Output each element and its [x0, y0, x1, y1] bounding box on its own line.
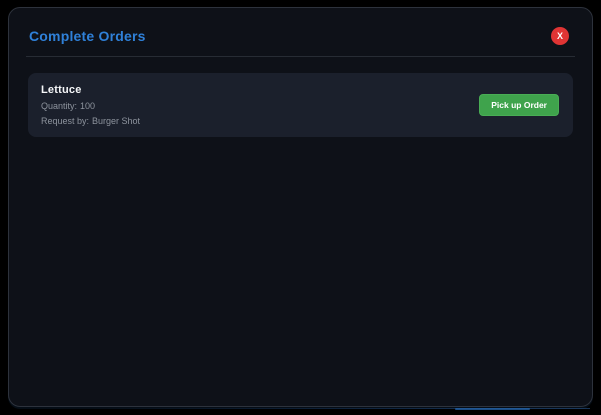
order-info: Lettuce Quantity: 100 Request by: Burger… — [41, 84, 140, 126]
order-request-value: Burger Shot — [92, 116, 141, 126]
order-request-by: Request by: Burger Shot — [41, 116, 140, 126]
order-quantity-label: Quantity: — [41, 101, 78, 111]
orders-list: Lettuce Quantity: 100 Request by: Burger… — [9, 57, 592, 137]
close-button[interactable]: X — [551, 27, 569, 45]
order-card: Lettuce Quantity: 100 Request by: Burger… — [28, 73, 573, 137]
bottom-accent-line — [90, 408, 590, 409]
bottom-accent-glow — [455, 408, 530, 410]
order-quantity: Quantity: 100 — [41, 101, 140, 111]
complete-orders-panel: Complete Orders X Lettuce Quantity: 100 … — [8, 7, 593, 407]
close-icon: X — [556, 31, 563, 41]
panel-header: Complete Orders X — [9, 8, 592, 45]
pickup-order-button[interactable]: Pick up Order — [479, 94, 559, 116]
order-request-label: Request by: — [41, 116, 90, 126]
game-screen: Complete Orders X Lettuce Quantity: 100 … — [0, 0, 601, 415]
panel-title: Complete Orders — [29, 28, 146, 44]
order-item-name: Lettuce — [41, 84, 82, 96]
order-quantity-value: 100 — [80, 101, 96, 111]
